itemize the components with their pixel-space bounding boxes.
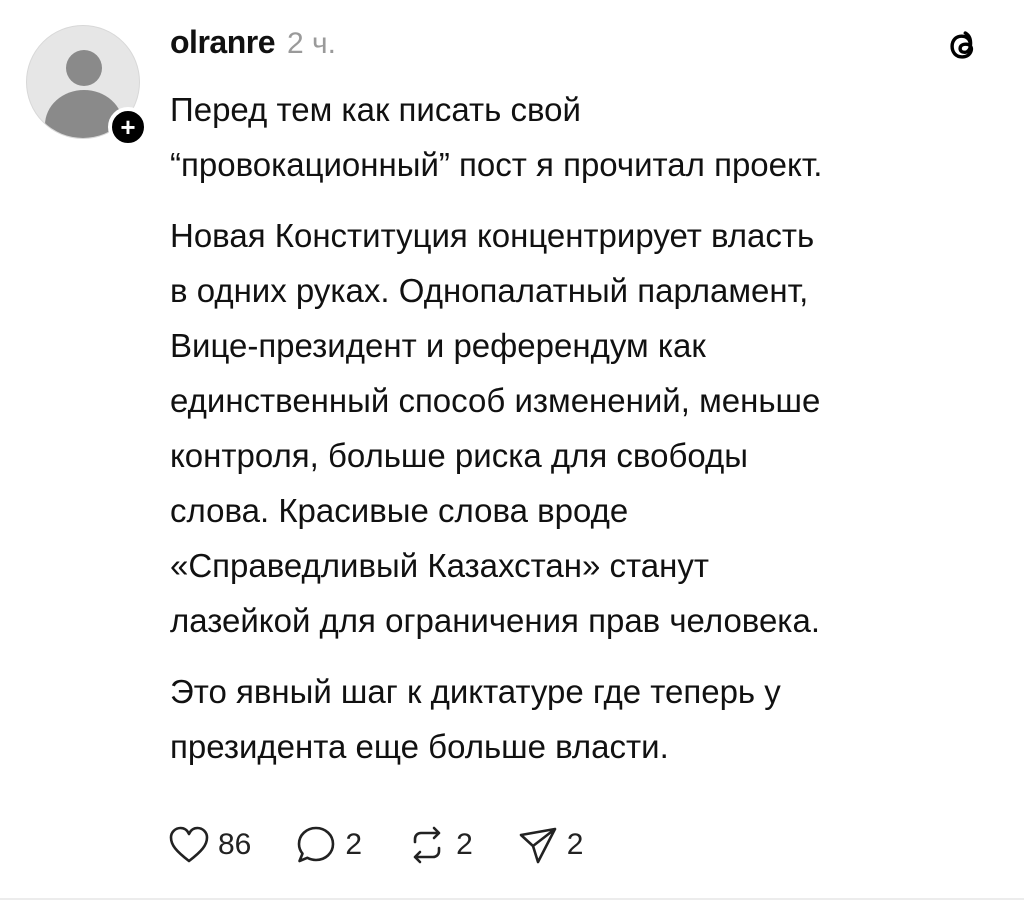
- post-paragraph-3: Это явный шаг к диктатуре где теперь у п…: [170, 664, 1000, 774]
- repost-count: 2: [456, 828, 473, 861]
- reply-count: 2: [345, 828, 363, 861]
- reply-button[interactable]: 2: [295, 824, 362, 866]
- comment-icon: [298, 826, 335, 863]
- text-line: президента еще больше власти.: [170, 728, 669, 765]
- text-line: единственный способ изменений, меньше: [170, 382, 821, 419]
- share-button[interactable]: 2: [517, 824, 584, 866]
- text-line: «Справедливый Казахстан» станут: [170, 547, 709, 584]
- avatar-container[interactable]: +: [26, 25, 148, 147]
- like-count: 86: [218, 828, 252, 861]
- text-line: Новая Конституция концентрирует власть: [170, 217, 815, 254]
- post-paragraph-2: Новая Конституция концентрирует власть в…: [170, 208, 1000, 648]
- text-line: Это явный шаг к диктатуре где теперь у: [170, 673, 781, 710]
- follow-plus-icon[interactable]: +: [108, 107, 148, 147]
- repost-icon: [413, 826, 441, 864]
- text-line: лазейкой для ограничения прав человека.: [170, 602, 820, 639]
- send-icon: [519, 827, 557, 864]
- share-count: 2: [566, 828, 584, 861]
- post-body: Перед тем как писать свой “провокационны…: [170, 82, 1000, 774]
- text-line: Вице-президент и референдум как: [170, 327, 706, 364]
- text-line: слова. Красивые слова вроде: [170, 492, 629, 529]
- like-button[interactable]: 86: [168, 825, 251, 865]
- action-bar: 86 2 2 2: [168, 820, 627, 870]
- username[interactable]: olranre: [170, 24, 275, 61]
- text-line: контроля, больше риска для свободы: [170, 437, 748, 474]
- post-divider: [0, 898, 1024, 900]
- post-time[interactable]: 2 ч.: [287, 27, 336, 61]
- text-line: “провокационный” пост я прочитал проект.: [170, 146, 823, 183]
- threads-logo-icon[interactable]: [940, 24, 984, 68]
- threads-post: + olranre 2 ч. Перед тем как писать свой…: [0, 0, 1024, 908]
- text-line: в одних руках. Однопалатный парламент,: [170, 272, 809, 309]
- heart-icon: [169, 826, 209, 863]
- text-line: Перед тем как писать свой: [170, 91, 581, 128]
- post-header: olranre 2 ч.: [170, 24, 336, 68]
- repost-button[interactable]: 2: [406, 824, 473, 866]
- avatar-head-shape: [66, 50, 102, 86]
- post-paragraph-1: Перед тем как писать свой “провокационны…: [170, 82, 1000, 192]
